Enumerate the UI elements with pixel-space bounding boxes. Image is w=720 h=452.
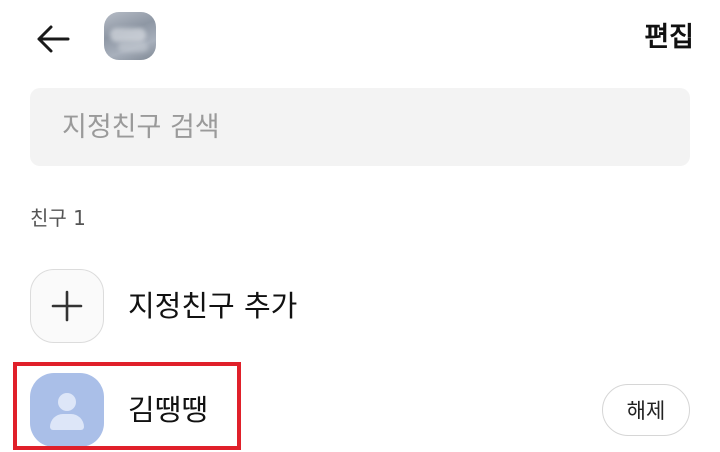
arrow-left-icon (37, 25, 70, 53)
friend-list-item[interactable]: 김땡땡 해제 (30, 370, 690, 450)
friend-name: 김땡땡 (128, 393, 209, 427)
favorite-friends-screen: 편집 친구 1 지정친구 추가 김땡땡 해제 (0, 0, 720, 452)
chatroom-profile-image[interactable] (104, 12, 156, 60)
add-friend-label: 지정친구 추가 (128, 289, 298, 323)
plus-icon (51, 290, 83, 322)
friend-count-label: 친구 1 (30, 206, 86, 230)
search-input[interactable] (62, 111, 662, 143)
back-button[interactable] (30, 16, 76, 62)
search-bar[interactable] (30, 88, 690, 166)
release-favorite-button[interactable]: 해제 (602, 384, 690, 436)
add-favorite-friend-button[interactable]: 지정친구 추가 (30, 266, 690, 346)
edit-button[interactable]: 편집 (644, 20, 694, 56)
add-icon-container (30, 269, 104, 343)
default-person-icon (30, 373, 104, 447)
